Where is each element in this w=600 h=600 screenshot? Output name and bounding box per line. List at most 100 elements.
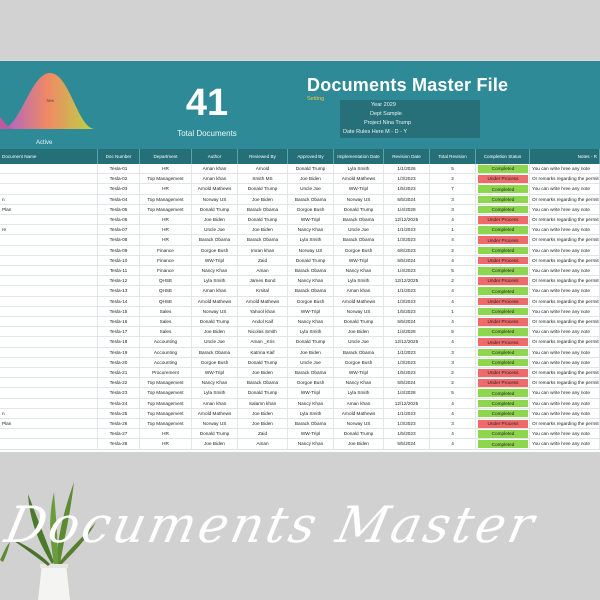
table-row[interactable]: Tesla-16 Sales Donald Trump Andol Kaif Nancy… (0, 317, 600, 328)
name-cell[interactable]: n (0, 194, 98, 204)
table-row[interactable]: Tesla-27 HR Donald Trump Zaid WW-Tripl Donald… (0, 429, 600, 440)
author-cell[interactable]: Joe Biden (192, 215, 238, 225)
doc-cell[interactable]: Tesla-16 (98, 317, 140, 327)
name-cell[interactable] (0, 286, 98, 296)
approved-cell[interactable]: Barack Obama (288, 266, 334, 276)
name-cell[interactable] (0, 164, 98, 174)
approved-cell[interactable]: Donald Trump (288, 164, 334, 174)
total-cell[interactable]: 5 (430, 388, 476, 398)
reviewed-cell[interactable]: Barack Obama (238, 204, 288, 214)
name-cell[interactable] (0, 296, 98, 306)
table-row[interactable]: Tesla-15 Sales Norway US Yahool khan WW-Trip… (0, 306, 600, 317)
total-cell[interactable]: 2 (430, 276, 476, 286)
status-cell[interactable]: Under Process (476, 276, 530, 286)
rev-date-cell[interactable]: 6/6/2023 (384, 245, 430, 255)
approved-cell[interactable]: Nancy Khan (288, 276, 334, 286)
dept-cell[interactable]: Top Management (140, 194, 192, 204)
status-cell[interactable]: Under Process (476, 378, 530, 388)
table-row[interactable]: Tesla-19 Accounting Barack Obama Katrina Ka… (0, 347, 600, 358)
doc-cell[interactable]: Tesla-15 (98, 306, 140, 316)
author-cell[interactable]: Gorgoe Bush (192, 357, 238, 367)
rev-date-cell[interactable]: 12/12/2025 (384, 215, 430, 225)
doc-cell[interactable]: Tesla-08 (98, 235, 140, 245)
approved-cell[interactable]: Gorgoe Bush (288, 296, 334, 306)
info-year[interactable]: Year 2029 (371, 102, 396, 108)
info-date-rules[interactable]: Date Rules Here M - D - Y (343, 129, 407, 135)
total-cell[interactable]: 2 (430, 245, 476, 255)
dept-cell[interactable]: QHSE (140, 296, 192, 306)
notes-cell[interactable]: Or remarks regarding the permit (530, 317, 600, 327)
doc-cell[interactable]: Tesla-26 (98, 419, 140, 429)
doc-cell[interactable]: Tesla-11 (98, 266, 140, 276)
author-cell[interactable]: Aman khan (192, 286, 238, 296)
table-row[interactable]: Tesla-09 Finance Gorgoe Bush Imran khan Norw… (0, 245, 600, 256)
name-cell[interactable]: n (0, 408, 98, 418)
table-row[interactable]: Tesla-10 Finance WW-Tripl Zaid Donald Trump W… (0, 255, 600, 266)
author-cell[interactable]: Norway US (192, 306, 238, 316)
name-cell[interactable] (0, 266, 98, 276)
reviewed-cell[interactable]: Joe Biden (238, 194, 288, 204)
status-cell[interactable]: Completed (476, 327, 530, 337)
notes-cell[interactable]: You can write hree any note (530, 388, 600, 398)
status-cell[interactable]: Completed (476, 408, 530, 418)
total-cell[interactable]: 4 (430, 408, 476, 418)
column-header[interactable]: Total Revision (430, 149, 476, 164)
author-cell[interactable]: Donald Trump (192, 429, 238, 439)
dept-cell[interactable]: HR (140, 164, 192, 174)
notes-cell[interactable]: Or remarks regarding the permit (530, 296, 600, 306)
notes-cell[interactable]: You can write hree any note (530, 347, 600, 357)
author-cell[interactable]: Arnold Mathews (192, 408, 238, 418)
status-cell[interactable]: Under Process (476, 174, 530, 184)
dept-cell[interactable]: HR (140, 429, 192, 439)
dept-cell[interactable]: Top Management (140, 388, 192, 398)
reviewed-cell[interactable]: Barack Obama (238, 235, 288, 245)
author-cell[interactable]: Barack Obama (192, 347, 238, 357)
impl-cell[interactable]: Donald Trump (334, 204, 384, 214)
rev-date-cell[interactable]: 12/12/2025 (384, 276, 430, 286)
reviewed-cell[interactable]: Zaid (238, 255, 288, 265)
impl-cell[interactable]: Uncle Joe (334, 225, 384, 235)
approved-cell[interactable]: Norway US (288, 245, 334, 255)
notes-cell[interactable]: You can write hree any note (530, 398, 600, 408)
author-cell[interactable]: Barack Obama (192, 235, 238, 245)
status-cell[interactable]: Under Process (476, 255, 530, 265)
rev-date-cell[interactable]: 1/3/2023 (384, 174, 430, 184)
status-cell[interactable]: Under Process (476, 317, 530, 327)
table-row[interactable]: Tesla-13 QHSE Aman khan Krsital Barack Obama… (0, 286, 600, 297)
name-cell[interactable] (0, 337, 98, 347)
approved-cell[interactable]: Gorgoe Bush (288, 204, 334, 214)
notes-cell[interactable]: You can write hree any note (530, 306, 600, 316)
rev-date-cell[interactable]: 1/3/2023 (384, 419, 430, 429)
dept-cell[interactable]: HR (140, 235, 192, 245)
info-project[interactable]: Project Nina Trump (364, 120, 411, 126)
notes-cell[interactable]: You can write hree any note (530, 408, 600, 418)
rev-date-cell[interactable]: 1/5/2023 (384, 429, 430, 439)
reviewed-cell[interactable]: Aman (238, 439, 288, 449)
name-cell[interactable]: Plan (0, 419, 98, 429)
impl-cell[interactable]: Barack Obama (334, 215, 384, 225)
reviewed-cell[interactable]: Arnold (238, 164, 288, 174)
setting-label[interactable]: Setting (307, 96, 324, 102)
notes-cell[interactable]: You can write hree any note (530, 439, 600, 449)
notes-cell[interactable]: You can write hree any note (530, 327, 600, 337)
doc-cell[interactable]: Tesla-18 (98, 337, 140, 347)
total-cell[interactable]: 3 (430, 194, 476, 204)
rev-date-cell[interactable]: 1/4/2028 (384, 204, 430, 214)
total-cell[interactable]: 2 (430, 174, 476, 184)
doc-cell[interactable]: Tesla-09 (98, 245, 140, 255)
total-cell[interactable]: 4 (430, 317, 476, 327)
impl-cell[interactable]: Norway US (334, 306, 384, 316)
status-cell[interactable]: Completed (476, 347, 530, 357)
author-cell[interactable]: Uncle Joe (192, 337, 238, 347)
status-cell[interactable]: Completed (476, 194, 530, 204)
status-cell[interactable]: Completed (476, 306, 530, 316)
impl-cell[interactable]: Barack Obama (334, 347, 384, 357)
notes-cell[interactable]: You can write hree any note (530, 164, 600, 174)
doc-cell[interactable]: Tesla-21 (98, 368, 140, 378)
notes-cell[interactable]: Or remarks regarding the permit (530, 378, 600, 388)
author-cell[interactable]: Lyla Smith (192, 276, 238, 286)
dept-cell[interactable]: HR (140, 215, 192, 225)
rev-date-cell[interactable]: 1/4/2023 (384, 266, 430, 276)
total-cell[interactable]: 1 (430, 225, 476, 235)
approved-cell[interactable]: WW-Tripl (288, 388, 334, 398)
